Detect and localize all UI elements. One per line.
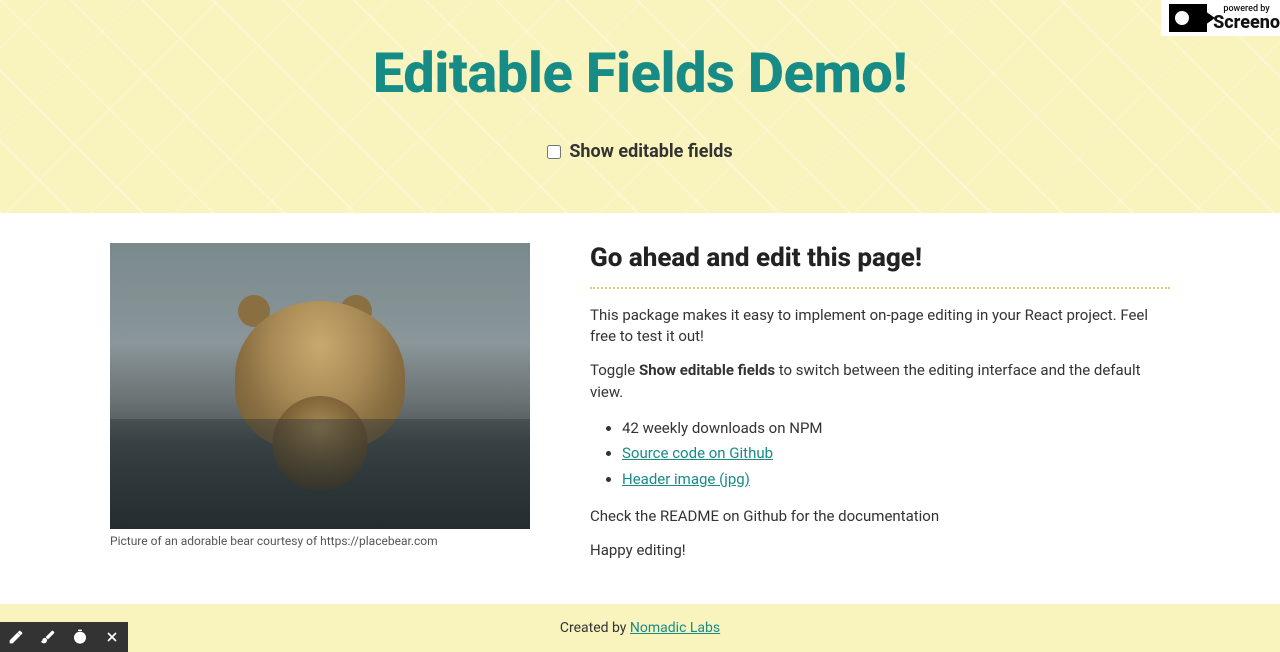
footer-link[interactable]: Nomadic Labs bbox=[630, 620, 720, 636]
brush-button[interactable] bbox=[32, 622, 64, 652]
bear-image bbox=[110, 243, 530, 529]
intro-paragraph: This package makes it easy to implement … bbox=[590, 305, 1170, 349]
divider bbox=[590, 287, 1170, 289]
pencil-button[interactable] bbox=[0, 622, 32, 652]
close-icon bbox=[104, 629, 120, 645]
github-link[interactable]: Source code on Github bbox=[622, 444, 773, 462]
page-title: Editable Fields Demo! bbox=[20, 40, 1260, 106]
show-editable-checkbox[interactable] bbox=[547, 145, 561, 159]
timer-button[interactable] bbox=[64, 622, 96, 652]
closing-paragraph: Happy editing! bbox=[590, 540, 1170, 562]
list-item-github: Source code on Github bbox=[622, 441, 1170, 467]
show-editable-label: Show editable fields bbox=[569, 141, 732, 162]
image-caption: Picture of an adorable bear courtesy of … bbox=[110, 534, 530, 548]
content-heading: Go ahead and edit this page! bbox=[590, 243, 1170, 273]
list-item-header-image: Header image (jpg) bbox=[622, 467, 1170, 493]
content-section: Picture of an adorable bear courtesy of … bbox=[90, 213, 1190, 604]
pencil-icon bbox=[8, 629, 24, 645]
feature-list: 42 weekly downloads on NPM Source code o… bbox=[590, 416, 1170, 493]
toggle-instruction-paragraph: Toggle Show editable fields to switch be… bbox=[590, 360, 1170, 404]
close-button[interactable] bbox=[96, 622, 128, 652]
badge-text: powered by Screeno bbox=[1213, 5, 1280, 32]
screencast-toolbar bbox=[0, 622, 128, 652]
footer-prefix: Created by bbox=[560, 620, 630, 636]
list-item-downloads: 42 weekly downloads on NPM bbox=[622, 416, 1170, 442]
readme-paragraph: Check the README on Github for the docum… bbox=[590, 506, 1170, 528]
image-column: Picture of an adorable bear courtesy of … bbox=[110, 243, 530, 548]
header-image-link[interactable]: Header image (jpg) bbox=[622, 470, 750, 488]
powered-by-badge[interactable]: powered by Screeno bbox=[1161, 0, 1280, 36]
brush-icon bbox=[40, 629, 56, 645]
para2-bold: Show editable fields bbox=[639, 361, 775, 379]
timer-icon bbox=[72, 629, 88, 645]
para2-prefix: Toggle bbox=[590, 361, 639, 379]
badge-brand-text: Screeno bbox=[1213, 14, 1280, 32]
show-editable-toggle[interactable]: Show editable fields bbox=[547, 141, 732, 162]
screencast-icon bbox=[1169, 4, 1207, 32]
hero-section: powered by Screeno Editable Fields Demo!… bbox=[0, 0, 1280, 213]
text-column: Go ahead and edit this page! This packag… bbox=[590, 243, 1170, 574]
footer: Created by Nomadic Labs bbox=[0, 604, 1280, 652]
